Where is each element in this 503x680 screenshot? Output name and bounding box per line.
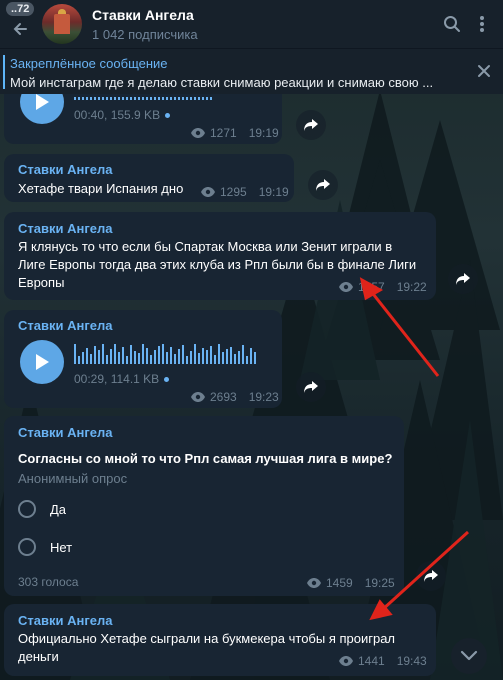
message-meta: 1441 19:43 xyxy=(338,654,427,668)
pinned-close-button[interactable] xyxy=(477,62,491,83)
message-time: 19:43 xyxy=(396,654,427,668)
text-message[interactable]: Ставки Ангела Официально Хетафе сыграли … xyxy=(4,604,436,676)
channel-avatar[interactable] xyxy=(42,4,82,44)
message-time: 19:19 xyxy=(258,185,289,199)
radio-button[interactable] xyxy=(18,538,36,556)
view-count: 1295 xyxy=(220,185,247,199)
voice-message[interactable]: Ставки Ангела 00:29, 114.1 KB 2693 19:23 xyxy=(4,310,282,408)
eye-icon xyxy=(191,128,205,138)
message-time: 19:22 xyxy=(396,280,427,294)
eye-icon xyxy=(201,187,215,197)
message-meta: 1459 19:25 xyxy=(306,576,395,590)
message-meta: 1271 19:19 xyxy=(190,126,279,140)
channel-title: Ставки Ангела xyxy=(92,6,194,23)
message-meta: 1295 19:19 xyxy=(200,185,289,199)
share-icon xyxy=(456,273,470,285)
message-text: Хетафе твари Испания дно xyxy=(18,181,184,196)
share-button[interactable] xyxy=(296,372,326,402)
poll-message[interactable]: Ставки Ангела Согласны со мной то что Рп… xyxy=(4,416,404,596)
message-time: 19:23 xyxy=(248,390,279,404)
unread-badge: ..72 xyxy=(6,2,35,16)
message-meta: 1557 19:22 xyxy=(338,280,427,294)
share-button[interactable] xyxy=(416,561,446,591)
eye-icon xyxy=(307,578,321,588)
message-time: 19:19 xyxy=(248,126,279,140)
message-author: Ставки Ангела xyxy=(18,162,113,177)
poll-option[interactable]: Да xyxy=(18,500,66,518)
eye-icon xyxy=(191,392,205,402)
more-vertical-icon xyxy=(480,16,484,32)
more-button[interactable] xyxy=(467,9,497,39)
share-icon xyxy=(424,570,438,582)
pinned-accent-bar xyxy=(3,55,5,89)
voice-duration: 00:40, 155.9 KB xyxy=(74,108,171,122)
message-line: Я клянусь то что если бы Спартак Москва … xyxy=(18,239,393,254)
message-author: Ставки Ангела xyxy=(18,425,113,440)
message-line: Официально Хетафе сыграли на букмекера ч… xyxy=(18,631,396,646)
text-message[interactable]: Ставки Ангела Хетафе твари Испания дно 1… xyxy=(4,154,294,202)
text-message[interactable]: Ставки Ангела Я клянусь то что если бы С… xyxy=(4,212,436,300)
chevron-down-icon xyxy=(460,650,478,661)
poll-option-label: Да xyxy=(50,501,67,517)
share-icon xyxy=(304,381,318,393)
search-icon xyxy=(444,16,460,32)
view-count: 1459 xyxy=(326,576,353,590)
message-line: Лиге Европы тогда два этих клуба из Рпл … xyxy=(18,257,417,272)
eye-icon xyxy=(339,282,353,292)
chat-header: ..72 Ставки Ангела 1 042 подписчика xyxy=(0,0,503,48)
share-button[interactable] xyxy=(296,110,326,140)
view-count: 1441 xyxy=(358,654,385,668)
poll-vote-count: 303 голоса xyxy=(18,575,79,589)
view-count: 2693 xyxy=(210,390,237,404)
play-icon xyxy=(36,354,49,370)
radio-button[interactable] xyxy=(18,500,36,518)
waveform xyxy=(74,340,256,364)
share-button[interactable] xyxy=(308,170,338,200)
poll-type: Анонимный опрос xyxy=(18,471,128,486)
pinned-message-bar[interactable]: Закреплённое сообщение Мой инстаграм где… xyxy=(0,48,503,94)
close-icon xyxy=(478,65,490,77)
play-button[interactable] xyxy=(20,340,64,384)
share-button[interactable] xyxy=(448,264,478,294)
pinned-title: Закреплённое сообщение xyxy=(10,56,168,71)
share-icon xyxy=(304,119,318,131)
eye-icon xyxy=(339,656,353,666)
voice-duration: 00:29, 114.1 KB xyxy=(74,372,170,386)
poll-question: Согласны со мной то что Рпл самая лучшая… xyxy=(18,451,393,466)
back-arrow-icon xyxy=(13,23,27,35)
message-author: Ставки Ангела xyxy=(18,613,113,628)
pinned-text: Мой инстаграм где я делаю ставки снимаю … xyxy=(10,75,434,90)
message-author: Ставки Ангела xyxy=(18,221,113,236)
message-author: Ставки Ангела xyxy=(18,318,113,333)
share-icon xyxy=(316,179,330,191)
message-meta: 2693 19:23 xyxy=(190,390,279,404)
poll-option[interactable]: Нет xyxy=(18,538,72,556)
scroll-down-button[interactable] xyxy=(451,638,487,674)
view-count: 1557 xyxy=(358,280,385,294)
subscriber-count: 1 042 подписчика xyxy=(92,26,198,42)
back-button[interactable]: ..72 xyxy=(0,0,40,48)
search-button[interactable] xyxy=(437,9,467,39)
view-count: 1271 xyxy=(210,126,237,140)
message-time: 19:25 xyxy=(364,576,395,590)
poll-option-label: Нет xyxy=(50,539,73,555)
play-icon xyxy=(36,94,49,110)
channel-info[interactable]: Ставки Ангела 1 042 подписчика xyxy=(92,7,437,42)
